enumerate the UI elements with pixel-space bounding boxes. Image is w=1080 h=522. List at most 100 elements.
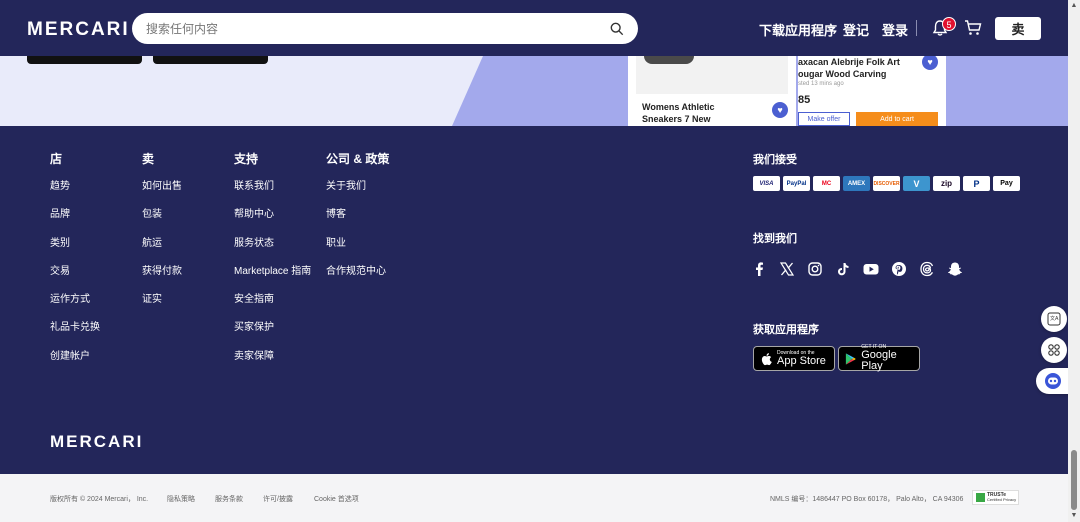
search-input[interactable] — [146, 21, 610, 36]
column-heading: 公司 & 政策 — [326, 152, 390, 166]
scroll-up-icon[interactable]: ▲ — [1070, 2, 1078, 10]
footer-link[interactable]: 运作方式 — [50, 290, 100, 318]
footer-link[interactable]: 品牌 — [50, 205, 100, 233]
column-heading: 卖 — [142, 152, 155, 166]
footer-link[interactable]: 安全指南 — [234, 290, 311, 318]
app-store-big-text: App Store — [777, 354, 826, 367]
translate-icon: 文A — [1047, 312, 1061, 326]
x-twitter-icon[interactable] — [779, 261, 795, 277]
paypal-icon: PayPal — [783, 176, 810, 191]
footer-column-company: 公司 & 政策 关于我们 博客 职业 合作规范中心 — [326, 150, 389, 290]
cookie-preferences-link[interactable]: Cookie 首选项 — [314, 494, 359, 504]
we-accept-heading: 我们接受 — [753, 154, 797, 166]
footer-column-support: 支持 联系我们 帮助中心 服务状态 Marketplace 指南 安全指南 买家… — [234, 150, 311, 375]
add-to-cart-button[interactable]: Add to cart — [856, 112, 938, 126]
footer-link[interactable]: 类别 — [50, 234, 100, 262]
heart-icon[interactable]: ♥ — [772, 102, 788, 118]
youtube-icon[interactable] — [863, 261, 879, 277]
notification-badge: 5 — [942, 17, 956, 31]
tiktok-icon[interactable] — [835, 261, 851, 277]
footer-link[interactable]: 买家保护 — [234, 318, 311, 346]
facebook-icon[interactable] — [751, 261, 767, 277]
grid-icon — [1048, 344, 1060, 356]
get-app-heading: 获取应用程序 — [753, 324, 819, 336]
footer-link[interactable]: 航运 — [142, 234, 182, 262]
product-card[interactable]: Womens Athletic Sneakers 7 New ♥ — [628, 56, 796, 126]
scrollbar-thumb[interactable] — [1071, 450, 1077, 510]
footer-link[interactable]: 礼品卡兑换 — [50, 318, 100, 346]
truste-sub: Certified Privacy — [987, 497, 1017, 502]
footer-link[interactable]: 职业 — [326, 234, 389, 262]
download-app-link[interactable]: 下载应用程序 — [759, 20, 837, 39]
product-title: Womens Athletic Sneakers 7 New — [642, 102, 715, 124]
terms-link[interactable]: 服务条款 — [215, 494, 243, 504]
apple-pay-icon: Pay — [993, 176, 1020, 191]
copyright-text: 版权所有 © 2024 Mercari， Inc. — [50, 496, 149, 503]
footer-column-sell: 卖 如何出售 包装 航运 获得付款 证实 — [142, 150, 182, 318]
truste-badge[interactable]: TRUSTe Certified Privacy — [972, 490, 1019, 505]
footer-mercari-logo[interactable]: MERCARI — [50, 432, 143, 452]
product-card[interactable]: axacan Alebrije Folk Art ougar Wood Carv… — [798, 56, 946, 126]
product-title: axacan Alebrije Folk Art ougar Wood Carv… — [798, 57, 900, 79]
paypal-p-icon: P — [963, 176, 990, 191]
footer-link[interactable]: 卖家保障 — [234, 347, 311, 375]
instagram-icon[interactable] — [807, 261, 823, 277]
column-heading: 支持 — [234, 152, 259, 166]
footer-link[interactable]: 服务状态 — [234, 234, 311, 262]
mercari-logo[interactable]: MERCARI — [27, 19, 130, 41]
privacy-link[interactable]: 隐私策略 — [167, 494, 195, 504]
footer-link[interactable]: 如何出售 — [142, 177, 182, 205]
assistant-button[interactable] — [1036, 368, 1070, 394]
page-scrollbar[interactable]: ▲ ▼ — [1068, 0, 1080, 522]
footer-column-shop: 店 趋势 品牌 类别 交易 运作方式 礼品卡兑换 创建帐户 — [50, 150, 100, 375]
heart-icon[interactable]: ♥ — [922, 56, 938, 70]
app-store-badge-partial[interactable] — [27, 56, 142, 64]
svg-text:文A: 文A — [1050, 315, 1059, 322]
sell-button[interactable]: 卖 — [995, 17, 1041, 40]
amex-icon: AMEX — [843, 176, 870, 191]
search-icon[interactable] — [610, 22, 624, 36]
mastercard-icon: MC — [813, 176, 840, 191]
license-link[interactable]: 许可/披露 — [263, 494, 293, 504]
footer-link[interactable]: 交易 — [50, 262, 100, 290]
top-header: MERCARI 下载应用程序 登记 登录 5 卖 — [0, 0, 1068, 56]
apps-button[interactable] — [1041, 337, 1067, 363]
column-heading: 店 — [50, 152, 63, 166]
legal-bar: 版权所有 © 2024 Mercari， Inc. 隐私策略 服务条款 许可/披… — [0, 474, 1068, 522]
promo-banner: Womens Athletic Sneakers 7 New ♥ axacan … — [0, 56, 1068, 126]
translate-button[interactable]: 文A — [1041, 306, 1067, 332]
footer-link[interactable]: 创建帐户 — [50, 347, 100, 375]
assistant-icon — [1045, 373, 1061, 389]
product-price: 85 — [798, 94, 811, 106]
register-link[interactable]: 登记 — [843, 20, 869, 39]
find-us-heading: 找到我们 — [753, 233, 797, 245]
footer-link[interactable]: 帮助中心 — [234, 205, 311, 233]
footer-link[interactable]: 证实 — [142, 290, 182, 318]
footer-link[interactable]: 合作规范中心 — [326, 262, 389, 290]
make-offer-button[interactable]: Make offer — [798, 112, 850, 126]
search-bar[interactable] — [132, 13, 638, 44]
footer-link[interactable]: 包装 — [142, 205, 182, 233]
pinterest-icon[interactable] — [891, 261, 907, 277]
footer-link[interactable]: 博客 — [326, 205, 389, 233]
footer-link[interactable]: 趋势 — [50, 177, 100, 205]
footer-link[interactable]: 关于我们 — [326, 177, 389, 205]
login-link[interactable]: 登录 — [882, 20, 908, 39]
scroll-down-icon[interactable]: ▼ — [1070, 512, 1078, 520]
visa-icon: VISA — [753, 176, 780, 191]
snapchat-icon[interactable] — [947, 261, 963, 277]
google-play-icon — [845, 352, 856, 365]
google-play-badge-partial[interactable] — [153, 56, 268, 64]
app-store-button[interactable]: Download on the App Store — [753, 346, 835, 371]
footer-link[interactable]: Marketplace 指南 — [234, 262, 311, 290]
zip-icon: zip — [933, 176, 960, 191]
cart-icon[interactable] — [964, 20, 982, 36]
footer-link[interactable]: 获得付款 — [142, 262, 182, 290]
discover-icon: DISCOVER — [873, 176, 900, 191]
google-play-button[interactable]: GET IT ON Google Play — [838, 345, 920, 372]
header-divider — [916, 20, 917, 36]
threads-icon[interactable] — [919, 261, 935, 277]
footer-link[interactable]: 联系我们 — [234, 177, 311, 205]
venmo-icon: V — [903, 176, 930, 191]
product-image — [636, 56, 788, 94]
